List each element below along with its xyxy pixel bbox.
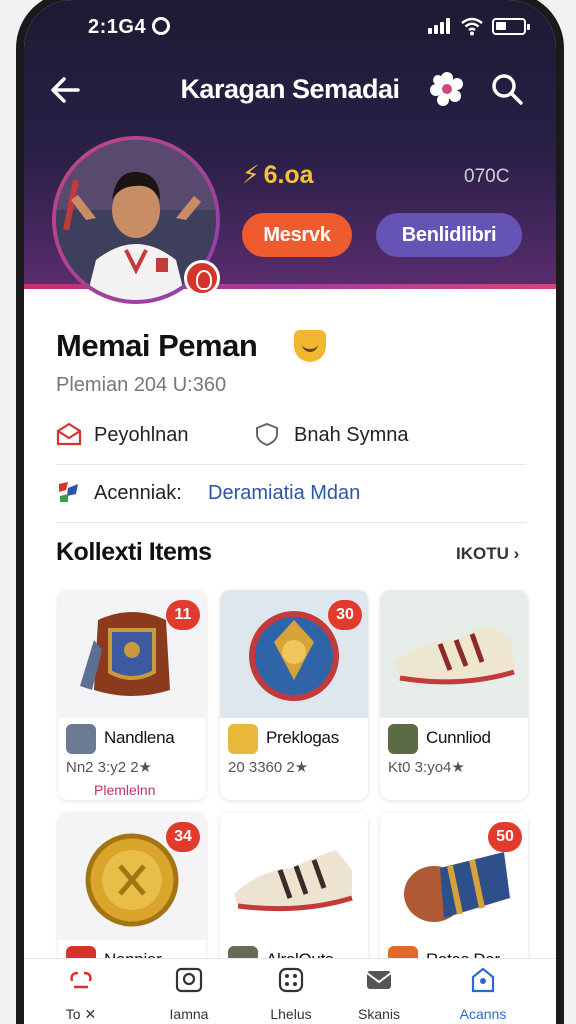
home-icon <box>70 971 92 989</box>
profile-name-row: Memai Peman <box>56 328 326 364</box>
collection-item-card[interactable]: 11 Nandlena Nn2 3:y2 2★ Plemlelnn <box>58 590 206 800</box>
stat-counter: 070C <box>464 166 510 187</box>
collection-item-card[interactable]: AlrolOuts <box>220 812 368 972</box>
status-indicator-icon <box>152 17 170 35</box>
trophy-icon <box>228 724 258 754</box>
coin-value: 6.oa <box>263 161 314 189</box>
shield-icon <box>256 422 278 446</box>
tab-account[interactable]: Acanns <box>438 965 528 1024</box>
section-title: Kollexti Items <box>56 538 212 566</box>
tab-label: Skanis <box>357 1006 401 1022</box>
item-value: Nn2 3:y2 2★ <box>66 759 152 776</box>
club-badge-icon <box>184 260 220 296</box>
item-value: Kt0 3:yo4★ <box>388 759 465 776</box>
bottom-tab-bar: To ✕ Iamna Lhelus Skanis Acanns <box>24 958 556 1024</box>
item-name: Cunnliod <box>426 728 491 747</box>
image-icon <box>175 967 203 993</box>
app-bar: Karagan Semadai <box>24 62 556 116</box>
info-row-2-label: Acenniak: <box>94 482 182 504</box>
wifi-icon <box>461 17 483 36</box>
status-bar: 2:1G4 <box>24 12 556 42</box>
lightning-icon: ⚡ <box>242 161 260 189</box>
status-time: 2:1G4 <box>88 16 147 38</box>
tab-home[interactable]: To ✕ <box>36 965 126 1024</box>
collection-item-card[interactable]: 30 Preklogas 20 3360 2★ <box>220 590 368 800</box>
signal-icon <box>428 18 454 34</box>
info-row-2: Acenniak: Deramiatia Mdan <box>56 478 526 510</box>
mail-open-icon <box>56 422 82 446</box>
item-count-badge: 11 <box>166 600 200 630</box>
item-name: Nandlena <box>104 728 175 747</box>
item-image <box>220 812 368 940</box>
see-all-link[interactable]: IKOTU › <box>456 544 519 564</box>
item-count-badge: 50 <box>488 822 522 852</box>
collection-item-card[interactable]: Cunnliod Kt0 3:yo4★ <box>380 590 528 800</box>
grid-icon <box>278 967 304 993</box>
star-icon <box>66 724 96 754</box>
mail-icon <box>366 971 392 989</box>
divider <box>56 464 526 465</box>
team-link[interactable]: Deramiatia Mdan <box>208 482 360 505</box>
info-row-1: Peyohlnan Bnah Symna <box>56 420 526 452</box>
tab-apps[interactable]: Lhelus <box>246 965 336 1024</box>
boot-icon <box>234 850 353 912</box>
tab-label: Lhelus <box>270 1006 312 1022</box>
info-row-1-right: Bnah Symna <box>294 424 409 446</box>
account-icon <box>471 967 495 993</box>
flag-icon <box>59 482 78 502</box>
phone-screen: 2:1G4 Karagan Semadai ⚡ 6.oa 070C Mesrvk… <box>24 0 556 1024</box>
item-tag: Plemlelnn <box>94 782 156 798</box>
item-name: Preklogas <box>266 728 339 747</box>
item-count-badge: 30 <box>328 600 362 630</box>
box-icon <box>388 724 418 754</box>
item-value: 20 3360 2★ <box>228 759 309 776</box>
profile-name: Memai Peman <box>56 328 258 363</box>
divider <box>56 522 526 523</box>
coin-balance: ⚡ 6.oa <box>242 160 314 190</box>
tab-label: Iamna <box>169 1006 209 1022</box>
secondary-action-button[interactable]: Benlidlibri <box>376 213 522 257</box>
tab-images[interactable]: Iamna <box>144 965 234 1024</box>
collection-item-card[interactable]: 34 Nanpier <box>58 812 206 972</box>
search-icon[interactable] <box>488 70 526 108</box>
item-count-badge: 34 <box>166 822 200 852</box>
tab-label: To ✕ <box>65 1006 97 1022</box>
info-row-1-left: Peyohlnan <box>94 424 189 446</box>
rank-badge-icon <box>294 330 326 362</box>
tab-messages[interactable]: Skanis <box>334 965 424 1024</box>
collection-item-card[interactable]: 50 Ratas Dar <box>380 812 528 972</box>
boot-icon <box>380 590 528 718</box>
page-title: Karagan Semadai <box>180 74 400 104</box>
gear-icon[interactable] <box>428 70 466 108</box>
profile-subtitle: Plemian 204 U:360 <box>56 374 227 396</box>
item-image <box>380 590 528 718</box>
tab-label: Acanns <box>459 1006 507 1022</box>
battery-icon <box>492 18 530 35</box>
primary-action-button[interactable]: Mesrvk <box>242 213 352 257</box>
